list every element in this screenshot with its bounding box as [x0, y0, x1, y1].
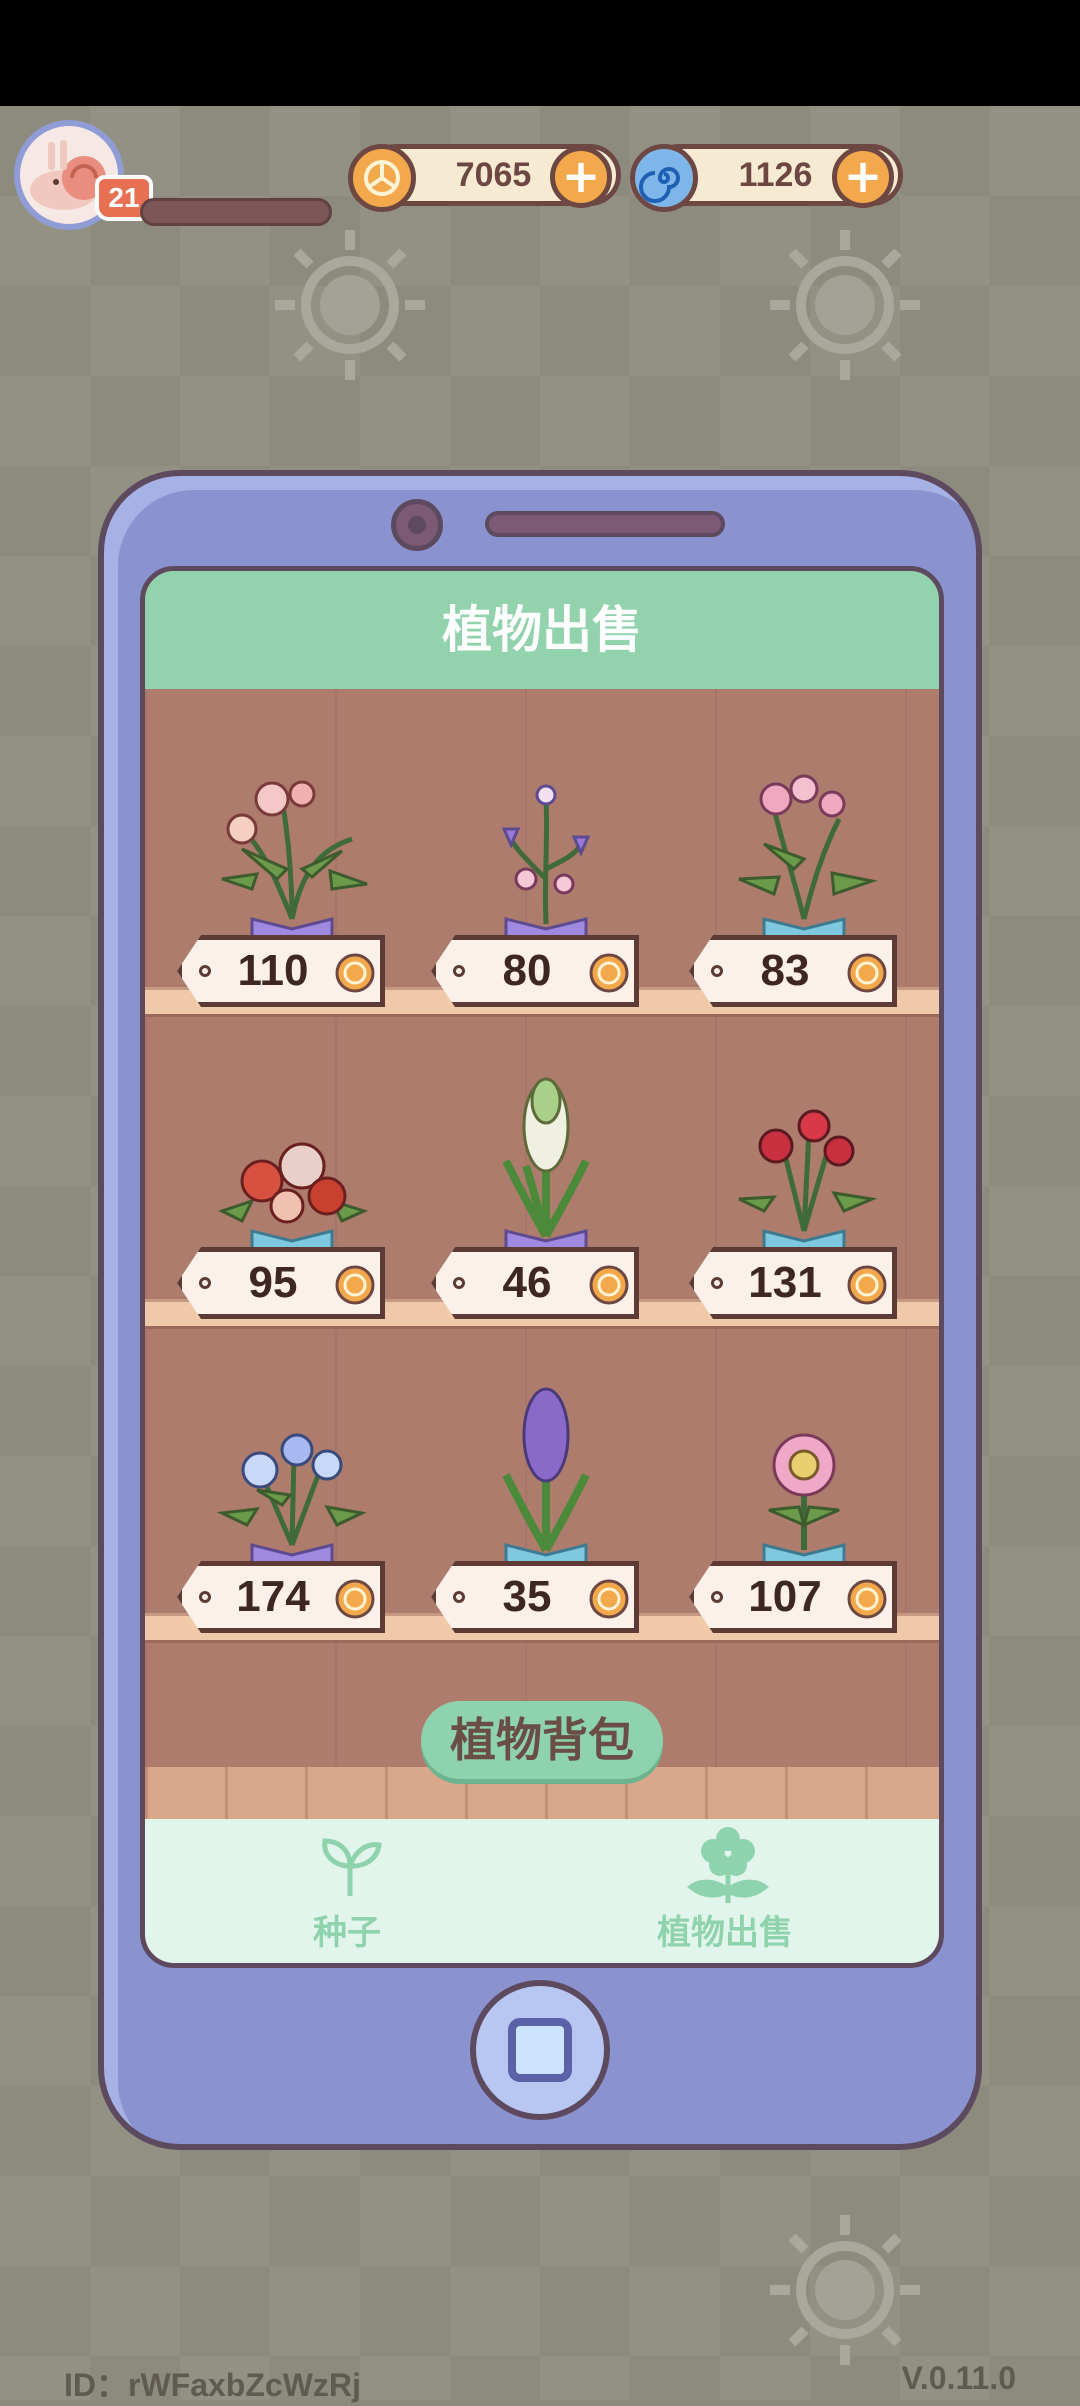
flower-icon: [687, 1827, 769, 1903]
swirl-gem-icon: [630, 144, 698, 212]
plant-slot[interactable]: 35: [431, 1385, 661, 1635]
gem-amount: 1126: [738, 156, 813, 194]
coin-icon: [589, 1579, 629, 1619]
sun-decoration-icon: [275, 230, 425, 380]
version-label: V.0.11.0: [901, 2360, 1017, 2396]
coin-icon: [348, 144, 416, 212]
plant-slot[interactable]: 174: [177, 1385, 407, 1635]
plant-price: 110: [237, 946, 309, 995]
plant-slot[interactable]: 83: [689, 759, 919, 1009]
plant-slot[interactable]: 46: [431, 1071, 661, 1321]
phone-home-button[interactable]: [470, 1980, 610, 2120]
plant-slot[interactable]: 80: [431, 759, 661, 1009]
tag-hole: [453, 1277, 465, 1289]
tab-seeds[interactable]: 种子: [197, 1819, 497, 1963]
coin-icon: [847, 1265, 887, 1305]
plant-price: 80: [502, 946, 552, 995]
tag-hole: [199, 1277, 211, 1289]
tag-hole: [453, 965, 465, 977]
panel-title: 植物出售: [145, 571, 939, 689]
player-id: ID：rWFaxbZcWzRj: [64, 2367, 361, 2403]
add-coins-button[interactable]: +: [550, 146, 612, 208]
bottom-tab-bar: 种子 植物出售: [145, 1819, 939, 1963]
tag-hole: [711, 965, 723, 977]
coin-icon: [847, 953, 887, 993]
bellflower-plant-icon: [501, 784, 591, 949]
experience-bar: [140, 198, 332, 226]
blue-rose-plant-icon: [216, 1433, 367, 1575]
home-square-icon: [508, 2018, 572, 2082]
tag-hole: [711, 1277, 723, 1289]
plant-price: 131: [748, 1258, 822, 1307]
tag-hole: [199, 965, 211, 977]
coin-icon: [847, 1579, 887, 1619]
status-bar: [0, 0, 1080, 106]
coin-amount: 7065: [455, 156, 532, 194]
plant-price: 83: [760, 946, 810, 995]
phone-screen: 植物出售 110 80 83 95 46 131 174 35 107 植物背包…: [140, 566, 944, 1968]
plant-shelf-area: 110 80 83 95 46 131 174 35 107: [145, 689, 939, 1937]
coin-icon: [335, 953, 375, 993]
tag-hole: [199, 1591, 211, 1603]
plant-bag-button[interactable]: 植物背包: [421, 1701, 663, 1779]
tag-hole: [453, 1591, 465, 1603]
tab-plant-sale-label: 植物出售: [657, 1913, 793, 1953]
tab-plant-sale[interactable]: 植物出售: [575, 1819, 875, 1963]
coin-icon: [335, 1579, 375, 1619]
tab-seeds-label: 种子: [313, 1913, 381, 1953]
coin-icon: [589, 1265, 629, 1305]
phone-camera: [391, 499, 443, 551]
hyacinth-plant-icon: [502, 1077, 590, 1261]
plant-slot[interactable]: 110: [177, 759, 407, 1009]
plant-slot[interactable]: 107: [689, 1385, 919, 1635]
sun-decoration-icon: [770, 2215, 920, 2365]
coin-icon: [589, 953, 629, 993]
plant-price: 107: [748, 1572, 822, 1621]
tag-hole: [711, 1591, 723, 1603]
phone-speaker: [485, 511, 725, 537]
plant-price: 46: [502, 1258, 552, 1307]
plant-slot[interactable]: 131: [689, 1071, 919, 1321]
purple-hyacinth-plant-icon: [502, 1387, 590, 1575]
lily-plant-icon: [221, 780, 368, 949]
sprout-icon: [322, 1838, 382, 1896]
plant-price: 35: [502, 1572, 552, 1621]
coin-icon: [335, 1265, 375, 1305]
sun-decoration-icon: [770, 230, 920, 380]
red-rose-plant-icon: [738, 1109, 878, 1261]
rose-bush-plant-icon: [218, 1142, 369, 1261]
plant-price: 95: [248, 1258, 298, 1307]
plant-price: 174: [236, 1572, 310, 1621]
azalea-plant-icon: [738, 774, 878, 949]
chrysanthemum-plant-icon: [762, 1433, 846, 1575]
add-gems-button[interactable]: +: [832, 146, 894, 208]
plant-slot[interactable]: 95: [177, 1071, 407, 1321]
